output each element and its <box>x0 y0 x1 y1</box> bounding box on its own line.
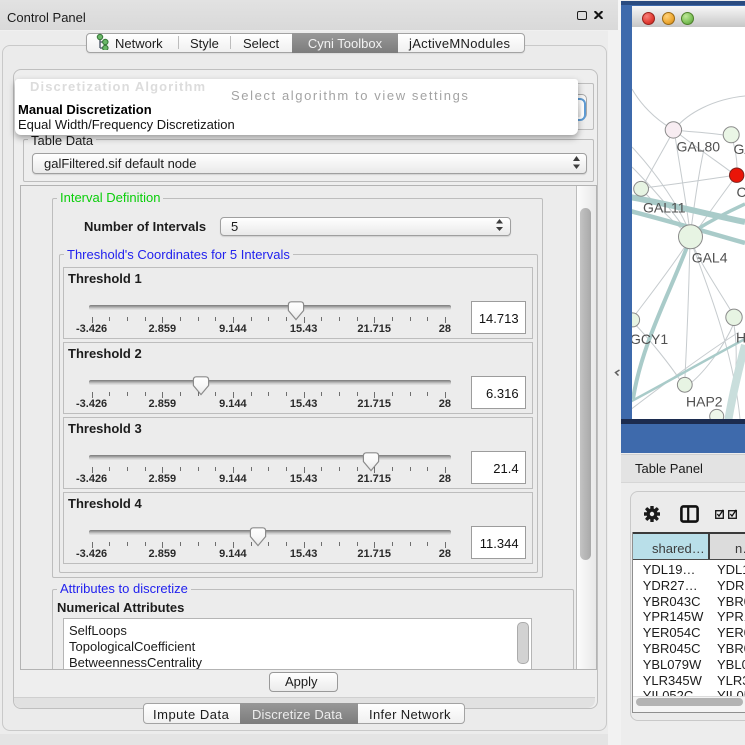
svg-text:H: H <box>736 330 745 346</box>
svg-text:GAL80: GAL80 <box>677 139 721 155</box>
svg-text:GAL4: GAL4 <box>692 250 728 266</box>
svg-text:HAP2: HAP2 <box>686 394 723 410</box>
svg-text:C: C <box>737 184 745 200</box>
svg-text:GA: GA <box>734 141 745 157</box>
svg-text:GAL11: GAL11 <box>643 200 686 216</box>
svg-text:GCY1: GCY1 <box>632 331 668 347</box>
